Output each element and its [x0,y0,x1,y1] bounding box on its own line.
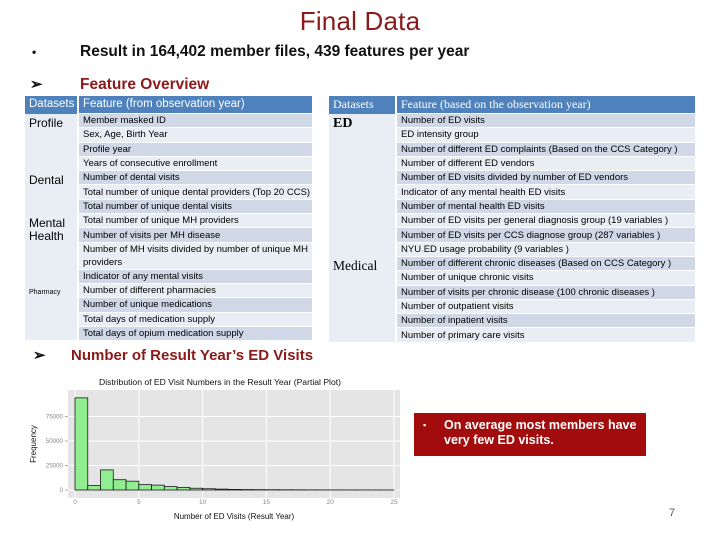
table-row: Mental Health Total number of unique MH p… [25,213,312,284]
feature-cell: Number of different ED complaints (Based… [396,141,695,157]
feature-cell: Number of ED visits [396,112,695,128]
ed-visits-histogram: Distribution of ED Visit Numbers in the … [29,377,400,521]
section-title: Feature Overview [80,76,210,93]
x-tick-label: 10 [199,499,207,506]
feature-cell: Number of ED visits divided by number of… [396,170,695,185]
feature-cell: Total days of opium medication supply [78,325,312,341]
x-tick-label: 20 [327,499,335,506]
feature-cell: Number of inpatient visits [396,313,695,328]
ed-visits-heading: ➢ Number of Result Year’s ED Visits [33,346,313,364]
callout-text: On average most members have very few ED… [444,418,637,447]
chart-title: Distribution of ED Visit Numbers in the … [99,377,341,387]
feature-cell: Number of mental health ED visits [396,198,695,214]
x-tick-label: 5 [137,499,141,506]
feature-cell: ED intensity group [396,127,695,143]
feature-cell: Number of outpatient visits [396,298,695,314]
feature-cell: Number of primary care visits [396,327,695,342]
feature-cell: Number of visits per chronic disease (10… [396,284,695,300]
header-feature: Feature (from observation year) [78,96,312,114]
histogram-bar [176,487,191,491]
dataset-cell: ED [329,113,397,257]
feature-cell: Number of ED visits per general diagnosi… [396,213,695,228]
insight-callout: ▪ On average most members have very few … [414,413,646,456]
page-number: 7 [669,507,676,519]
x-tick-label: 25 [390,499,398,506]
x-tick-label: 0 [73,499,77,506]
table-row: ED Number of ED visits [329,112,695,257]
histogram-bar [214,488,229,491]
feature-cell: Number of MH visits divided by number of… [78,241,312,270]
bullet-marker: • [32,44,37,59]
x-axis-label: Number of ED Visits (Result Year) [174,512,295,521]
histogram-bar [227,489,242,491]
histogram-bar [87,485,101,491]
y-tick-label: 75000 [46,414,64,421]
section-title: Number of Result Year’s ED Visits [71,347,314,364]
dataset-cell: Dental [25,170,79,214]
feature-cell: Number of dental visits [78,170,312,185]
feature-cell: Sex, Age, Birth Year [78,127,312,143]
y-axis-label: Frequency [29,425,38,463]
summary-text: Result in 164,402 member files, 439 feat… [80,43,470,60]
y-tick-label: 0 [60,487,64,494]
feature-cell: Indicator of any mental visits [78,268,312,284]
histogram-bar [163,486,178,491]
histogram-bar [100,469,114,491]
feature-cell: Total number of unique MH providers [78,213,312,228]
histogram-bar [189,487,203,491]
feature-table-right: Datasets Feature (based on the observatio… [329,96,695,342]
header-datasets: Datasets [25,96,79,114]
table-row: Dental Number of dental visits [25,170,312,214]
feature-cell: Number of different ED vendors [396,155,695,171]
arrow-bullet-icon: ➢ [30,76,43,93]
feature-cell: Number of ED visits per CCS diagnose gro… [396,227,695,243]
summary-bullet: • Result in 164,402 member files, 439 fea… [32,43,469,61]
table-row: Profile Member masked ID [25,112,312,171]
table-header-row: Datasets Feature (from observation year) [25,96,312,114]
feature-cell: Total number of unique dental visits [78,198,312,214]
histogram-bar [74,397,89,491]
table-header-row: Datasets Feature (based on the observatio… [329,96,695,114]
dataset-cell: Medical [329,256,397,342]
feature-cell: Total number of unique dental providers … [78,184,312,200]
feature-cell: Number of different pharmacies [78,282,312,298]
table-row: Pharmacy Number of different pharmacies [25,282,312,341]
histogram-bar [112,479,127,491]
x-tick-label: 15 [263,499,271,506]
feature-cell: Number of unique medications [78,297,312,313]
feature-cell: Profile year [78,141,312,157]
feature-cell: Number of visits per MH disease [78,227,312,243]
histogram-bar [138,484,152,491]
header-datasets: Datasets [329,96,397,114]
feature-cell: NYU ED usage probability (9 variables ) [396,241,695,257]
histogram-bar [151,484,165,491]
feature-cell: Years of consecutive enrollment [78,155,312,171]
dataset-cell: Profile [25,113,79,171]
dataset-cell: Mental Health [25,213,79,284]
histogram-bar [202,488,216,491]
feature-cell: Indicator of any mental health ED visits [396,184,695,200]
header-feature: Feature (based on the observation year) [396,96,695,114]
histogram-bar [125,480,140,491]
feature-cell: Number of unique chronic visits [396,270,695,286]
feature-overview-heading: ➢ Feature Overview [30,75,209,94]
y-tick-label: 50000 [46,438,64,445]
dataset-cell: Pharmacy [25,283,79,341]
table-row: Medical Number of different chronic disea… [329,255,695,342]
callout-bullet: ▪ [423,420,427,430]
feature-cell: Number of different chronic diseases (Ba… [396,255,695,271]
y-tick-label: 25000 [46,463,64,470]
feature-cell: Total days of medication supply [78,311,312,327]
feature-cell: Member masked ID [78,112,312,128]
feature-table-left: Datasets Feature (from observation year) P… [25,96,312,341]
arrow-bullet-icon: ➢ [33,347,46,364]
slide-title: Final Data [299,6,421,36]
